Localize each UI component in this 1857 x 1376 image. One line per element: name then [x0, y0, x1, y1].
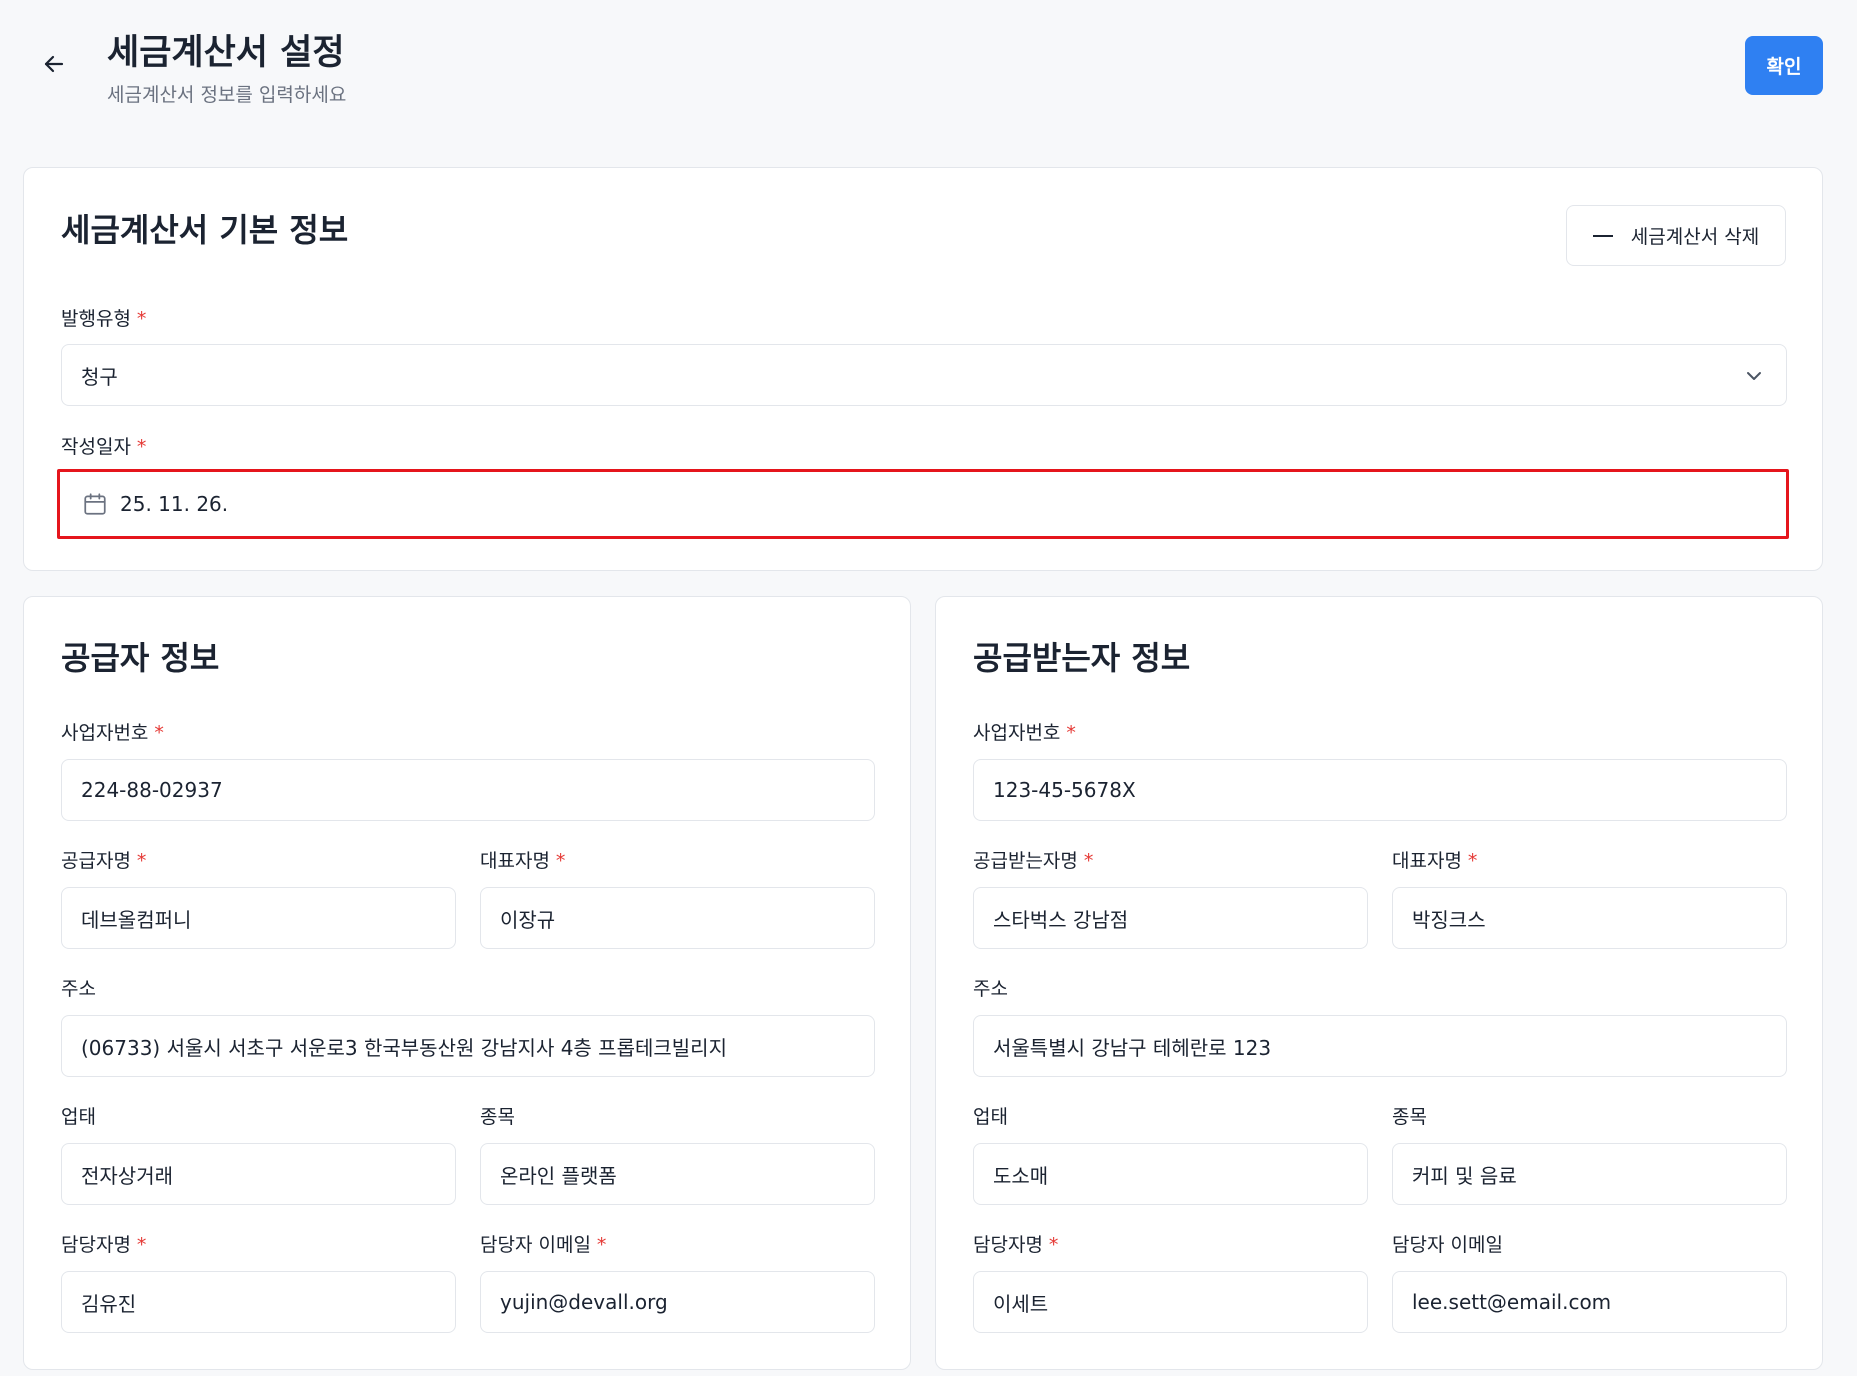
buyer-name-label: 공급받는자명 * — [973, 850, 1094, 872]
supplier-ceo-label: 대표자명 * — [480, 850, 566, 872]
page-title: 세금계산서 설정 — [107, 33, 345, 73]
issue-type-select[interactable]: 청구 — [61, 344, 1787, 406]
buyer-biz-type-input[interactable]: 도소매 — [973, 1143, 1368, 1205]
supplier-biz-type-input[interactable]: 전자상거래 — [61, 1143, 456, 1205]
required-mark: * — [136, 1234, 147, 1256]
required-mark: * — [154, 722, 164, 744]
supplier-biz-no-input[interactable]: 224-88-02937 — [61, 759, 875, 821]
supplier-biz-item-input[interactable]: 온라인 플랫폼 — [480, 1143, 875, 1205]
written-date-label: 작성일자 * — [61, 436, 147, 458]
page-header: 세금계산서 설정 세금계산서 정보를 입력하세요 확인 — [0, 0, 1857, 140]
chevron-down-icon — [1747, 372, 1761, 380]
supplier-manager-label: 담당자명 * — [61, 1234, 147, 1256]
required-mark: * — [136, 308, 147, 330]
delete-invoice-label: 세금계산서 삭제 — [1630, 226, 1760, 248]
buyer-manager-input[interactable]: 이세트 — [973, 1271, 1368, 1333]
calendar-icon — [82, 491, 108, 517]
buyer-email-label: 담당자 이메일 — [1392, 1234, 1503, 1256]
supplier-email-label: 담당자 이메일 * — [480, 1234, 607, 1256]
supplier-manager-input[interactable]: 김유진 — [61, 1271, 456, 1333]
required-mark: * — [596, 1234, 607, 1256]
buyer-ceo-label: 대표자명 * — [1392, 850, 1478, 872]
buyer-biz-item-input[interactable]: 커피 및 음료 — [1392, 1143, 1787, 1205]
buyer-biz-no-input[interactable]: 123-45-5678X — [973, 759, 1787, 821]
page-subtitle: 세금계산서 정보를 입력하세요 — [107, 84, 347, 106]
supplier-name-label: 공급자명 * — [61, 850, 147, 872]
delete-invoice-button[interactable]: 세금계산서 삭제 — [1566, 205, 1786, 266]
required-mark: * — [1083, 850, 1094, 872]
required-mark: * — [136, 436, 147, 458]
buyer-info-card: 공급받는자 정보 사업자번호 * 123-45-5678X 공급받는자명 * 스타벅… — [935, 596, 1823, 1370]
supplier-email-input[interactable]: yujin@devall.org — [480, 1271, 875, 1333]
issue-type-label: 발행유형 * — [61, 308, 147, 330]
supplier-biz-item-label: 종목 — [480, 1106, 515, 1128]
back-button[interactable] — [38, 48, 70, 80]
supplier-biz-no-label: 사업자번호 * — [61, 722, 164, 744]
buyer-biz-type-label: 업태 — [973, 1106, 1008, 1128]
written-date-input[interactable]: 25. 11. 26. — [57, 469, 1789, 539]
supplier-info-card: 공급자 정보 사업자번호 * 224-88-02937 공급자명 * 데브올컴퍼니 … — [23, 596, 911, 1370]
supplier-info-title: 공급자 정보 — [61, 639, 220, 677]
buyer-biz-no-label: 사업자번호 * — [973, 722, 1076, 744]
required-mark: * — [555, 850, 566, 872]
buyer-name-input[interactable]: 스타벅스 강남점 — [973, 887, 1368, 949]
supplier-ceo-input[interactable]: 이장규 — [480, 887, 875, 949]
basic-info-title: 세금계산서 기본 정보 — [61, 211, 349, 249]
buyer-email-input[interactable]: lee.sett@email.com — [1392, 1271, 1787, 1333]
required-mark: * — [1467, 850, 1478, 872]
buyer-ceo-input[interactable]: 박징크스 — [1392, 887, 1787, 949]
required-mark: * — [1066, 722, 1076, 744]
supplier-biz-type-label: 업태 — [61, 1106, 96, 1128]
buyer-manager-label: 담당자명 * — [973, 1234, 1059, 1256]
buyer-info-title: 공급받는자 정보 — [973, 639, 1191, 677]
supplier-name-input[interactable]: 데브올컴퍼니 — [61, 887, 456, 949]
basic-info-card: 세금계산서 기본 정보 세금계산서 삭제 발행유형 * 청구 작성일자 * 25. … — [23, 167, 1823, 571]
required-mark: * — [136, 850, 147, 872]
buyer-address-label: 주소 — [973, 978, 1008, 1000]
supplier-address-label: 주소 — [61, 978, 96, 1000]
buyer-biz-item-label: 종목 — [1392, 1106, 1427, 1128]
supplier-address-input[interactable]: (06733) 서울시 서초구 서운로3 한국부동산원 강남지사 4층 프롭테크… — [61, 1015, 875, 1077]
buyer-address-input[interactable]: 서울특별시 강남구 테헤란로 123 — [973, 1015, 1787, 1077]
confirm-button[interactable]: 확인 — [1745, 36, 1823, 95]
required-mark: * — [1048, 1234, 1059, 1256]
arrow-left-icon — [44, 55, 64, 73]
minus-icon — [1592, 234, 1613, 237]
